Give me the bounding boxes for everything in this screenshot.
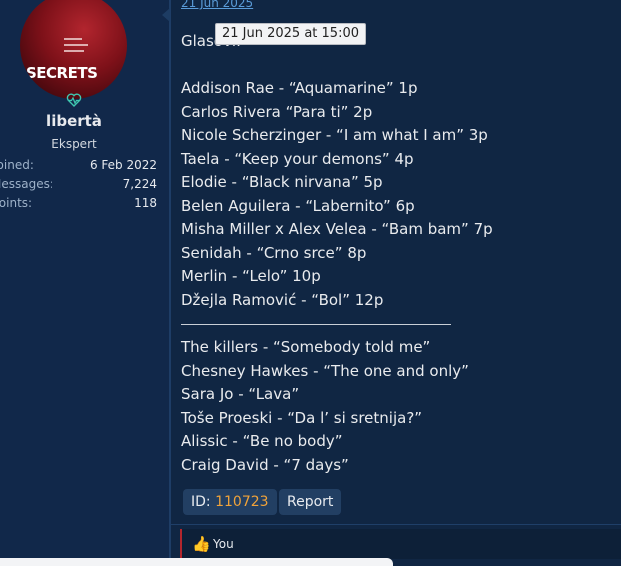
post-body-votes: Glasovi: Addison Rae - “Aquamarine” 1p C… — [181, 30, 611, 312]
message-arrow — [162, 8, 170, 22]
user-title: Ekspert — [51, 137, 97, 151]
stat-label-points: Points: — [0, 196, 33, 210]
stat-label-messages: Messages: — [0, 177, 52, 191]
vote-line: Carlos Rivera “Para ti” 2p — [181, 102, 373, 121]
heartbeat-badge-icon — [66, 93, 82, 107]
post-body-extras: The killers - “Somebody told me” Chesney… — [181, 336, 611, 477]
extra-line: The killers - “Somebody told me” — [181, 338, 431, 356]
post-footer-divider — [171, 524, 621, 525]
post-horizontal-rule — [181, 324, 451, 325]
avatar[interactable]: SECRETS — [20, 0, 127, 99]
extra-line: Chesney Hawkes - “The one and only” — [181, 361, 469, 380]
extra-line: Alissic - “Be no body” — [181, 432, 343, 450]
post-date-link[interactable]: 21 Jun 2025 — [181, 0, 253, 10]
username-link[interactable]: libertà — [0, 112, 148, 130]
vote-line: Merlin - “Lelo” 10p — [181, 267, 321, 285]
reaction-users[interactable]: You — [213, 537, 234, 551]
extra-line: Sara Jo - “Lava” — [181, 385, 300, 403]
vote-line: Misha Miller x Alex Velea - “Bam bam” 7p — [181, 220, 493, 238]
post-id-button[interactable]: ID: 110723 — [183, 489, 277, 515]
avatar-decoration — [64, 38, 88, 58]
vote-line: Elodie - “Black nirvana” 5p — [181, 173, 383, 191]
date-tooltip: 21 Jun 2025 at 15:00 — [215, 23, 366, 45]
stat-value-messages: 7,224 — [122, 177, 157, 191]
stat-label-joined: Joined: — [0, 158, 34, 172]
vote-line: Belen Aguilera - “Labernito” 6p — [181, 196, 415, 215]
reactions-bar[interactable]: 👍 You — [180, 529, 621, 559]
stat-value-points: 118 — [134, 196, 157, 210]
avatar-text: SECRETS — [26, 64, 98, 82]
extra-line: Toše Proeski - “Da l’ si sretnija?” — [181, 408, 423, 427]
report-button[interactable]: Report — [279, 489, 342, 515]
vote-line: Nicole Scherzinger - “I am what I am” 3p — [181, 126, 488, 144]
post-id-label: ID: — [191, 494, 211, 510]
vote-line: Senidah - “Crno srce” 8p — [181, 243, 367, 262]
extra-line: Craig David - “7 days” — [181, 455, 349, 474]
stat-value-joined: 6 Feb 2022 — [89, 158, 157, 172]
vote-line: Taela - “Keep your demons” 4p — [181, 149, 414, 168]
vote-line: Addison Rae - “Aquamarine” 1p — [181, 79, 418, 97]
thumbs-up-icon: 👍 — [192, 535, 211, 553]
user-sidebar: SECRETS libertà Ekspert Joined: 6 Feb 20… — [0, 0, 169, 566]
bottom-overlay-bar — [0, 558, 393, 566]
vote-line: Džejla Ramović - “Bol” 12p — [181, 290, 384, 309]
post-id-value: 110723 — [215, 494, 269, 510]
